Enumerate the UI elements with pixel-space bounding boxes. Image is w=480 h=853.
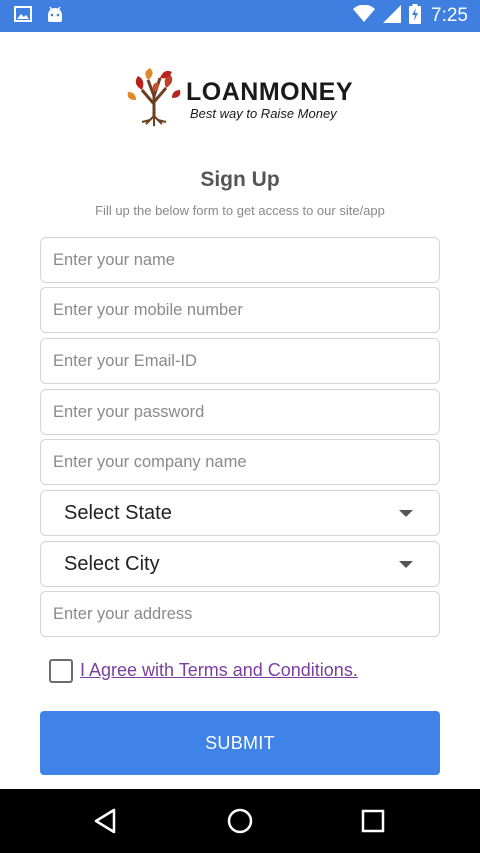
submit-button[interactable]: SUBMIT [40,711,440,775]
home-icon[interactable] [224,805,256,837]
city-select[interactable]: Select City [40,541,440,587]
name-input[interactable] [40,237,440,283]
mobile-input[interactable] [40,287,440,333]
page-title: Sign Up [200,168,280,191]
signal-icon [383,4,402,28]
recents-icon[interactable] [357,805,389,837]
page-subtitle: Fill up the below form to get access to … [95,203,385,218]
navigation-bar [0,789,480,853]
email-input[interactable] [40,338,440,384]
wifi-icon [353,4,376,28]
status-bar: 7:25 [0,0,480,32]
image-icon [14,5,32,27]
money-tree-icon [127,68,181,126]
terms-link[interactable]: I Agree with Terms and Conditions. [80,660,358,681]
state-select[interactable]: Select State [40,490,440,536]
logo-title: LOANMONEY [186,78,353,106]
terms-checkbox[interactable] [49,659,73,683]
logo-tagline: Best way to Raise Money [190,106,337,121]
app-logo: LOANMONEY Best way to Raise Money [124,66,364,130]
address-input[interactable] [40,591,440,637]
android-icon [46,5,64,28]
state-select-value: Select State [64,501,172,524]
back-icon[interactable] [90,805,122,837]
battery-charging-icon [409,3,422,29]
dropdown-arrow-icon [399,561,413,568]
company-input[interactable] [40,439,440,485]
password-input[interactable] [40,389,440,435]
dropdown-arrow-icon [399,510,413,517]
city-select-value: Select City [64,552,160,575]
status-time: 7:25 [431,5,468,26]
